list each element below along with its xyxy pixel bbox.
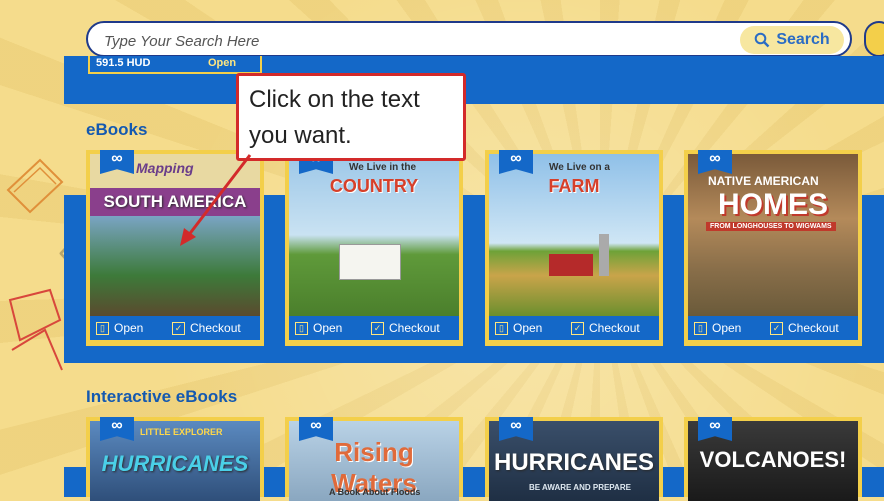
interactive-ebook-card[interactable]: LITTLE EXPLORER HURRICANES ∞ (86, 417, 264, 501)
callout-arrow-icon (180, 154, 252, 246)
card-actions: ▯ Open ✓ Checkout (489, 316, 659, 340)
previous-card-label: 591.5 HUD (96, 57, 151, 69)
book-doodle-icon (6, 158, 64, 214)
menu-circle-button[interactable] (864, 21, 884, 57)
section-title-ebooks: eBooks (86, 120, 148, 139)
card-actions: ▯ Open ✓ Checkout (90, 316, 260, 340)
checkout-link[interactable]: ✓ Checkout (571, 321, 640, 335)
search-bar: Search (86, 21, 852, 57)
barn-illustration (549, 254, 593, 276)
search-button-label: Search (776, 31, 830, 48)
open-book-icon: ▯ (495, 321, 508, 335)
open-book-icon: ▯ (96, 321, 109, 335)
checkout-label: Checkout (190, 321, 241, 335)
open-link[interactable]: ▯ Open (295, 321, 342, 335)
card-actions: ▯ Open ✓ Checkout (289, 316, 459, 340)
checkbox-icon: ✓ (770, 321, 783, 335)
section-title-interactive-ebooks: Interactive eBooks (86, 387, 238, 406)
open-label: Open (712, 321, 742, 335)
cover-title: HURRICANES (493, 449, 654, 476)
cover-title: HURRICANES (101, 451, 249, 476)
checkout-link[interactable]: ✓ Checkout (371, 321, 440, 335)
ebook-card[interactable]: We Live on a FARM ∞ ▯ Open ✓ Checkout (485, 150, 663, 346)
open-link[interactable]: ▯ Open (495, 321, 542, 335)
checkout-link[interactable]: ✓ Checkout (770, 321, 839, 335)
cover-subtitle: NATIVE AMERICAN (708, 174, 819, 188)
checkbox-icon: ✓ (371, 321, 384, 335)
instruction-callout: Click on the text you want. (236, 73, 466, 161)
cover-subtitle: We Live in the (349, 162, 417, 173)
open-book-icon: ▯ (295, 321, 308, 335)
ebook-card[interactable]: We Live in the COUNTRY ∞ ▯Open ✓Checkout (285, 150, 463, 346)
interactive-ebook-card[interactable]: HURRICANES BE AWARE AND PREPARE ∞ (485, 417, 663, 501)
cover-title: FARM (548, 176, 600, 196)
cover-subtitle: BE AWARE AND PREPARE (529, 483, 631, 492)
cover-subtitle: A Book About Floods (329, 487, 421, 497)
book-cover[interactable]: NATIVE AMERICAN HOMES FROM LONGHOUSES TO… (688, 154, 858, 316)
open-link[interactable]: ▯ Open (694, 321, 741, 335)
open-book-icon: ▯ (694, 321, 707, 335)
book-cover[interactable]: We Live on a FARM (489, 154, 659, 316)
open-label: Open (513, 321, 543, 335)
open-label: Open (114, 321, 144, 335)
cover-subtitle-2: FROM LONGHOUSES TO WIGWAMS (706, 222, 836, 231)
search-input[interactable] (102, 29, 706, 53)
open-label: Open (313, 321, 343, 335)
cover-title: HOMES (717, 188, 828, 221)
checkout-label: Checkout (589, 321, 640, 335)
book-cover[interactable]: We Live in the COUNTRY (289, 154, 459, 316)
checkout-label: Checkout (389, 321, 440, 335)
scribble-doodle-icon (8, 288, 63, 371)
checkbox-icon: ✓ (172, 321, 185, 335)
checkout-link[interactable]: ✓ Checkout (172, 321, 241, 335)
open-link[interactable]: ▯ Open (96, 321, 143, 335)
search-icon (755, 32, 770, 48)
checkout-label: Checkout (788, 321, 839, 335)
search-button[interactable]: Search (740, 26, 844, 54)
previous-card-open[interactable]: Open (208, 57, 236, 69)
cover-subtitle: LITTLE EXPLORER (140, 427, 223, 437)
interactive-ebook-card[interactable]: VOLCANOES! ∞ (684, 417, 862, 501)
cover-subtitle: We Live on a (549, 162, 610, 173)
cover-title: VOLCANOES! (699, 447, 847, 472)
checkbox-icon: ✓ (571, 321, 584, 335)
cover-title: COUNTRY (329, 176, 419, 196)
house-illustration (339, 244, 401, 280)
silo-illustration (599, 234, 609, 276)
card-actions: ▯ Open ✓ Checkout (688, 316, 858, 340)
ebook-card[interactable]: NATIVE AMERICAN HOMES FROM LONGHOUSES TO… (684, 150, 862, 346)
previous-row-card[interactable]: 591.5 HUD Open (88, 56, 262, 74)
interactive-ebook-card[interactable]: Rising Waters A Book About Floods ∞ (285, 417, 463, 501)
